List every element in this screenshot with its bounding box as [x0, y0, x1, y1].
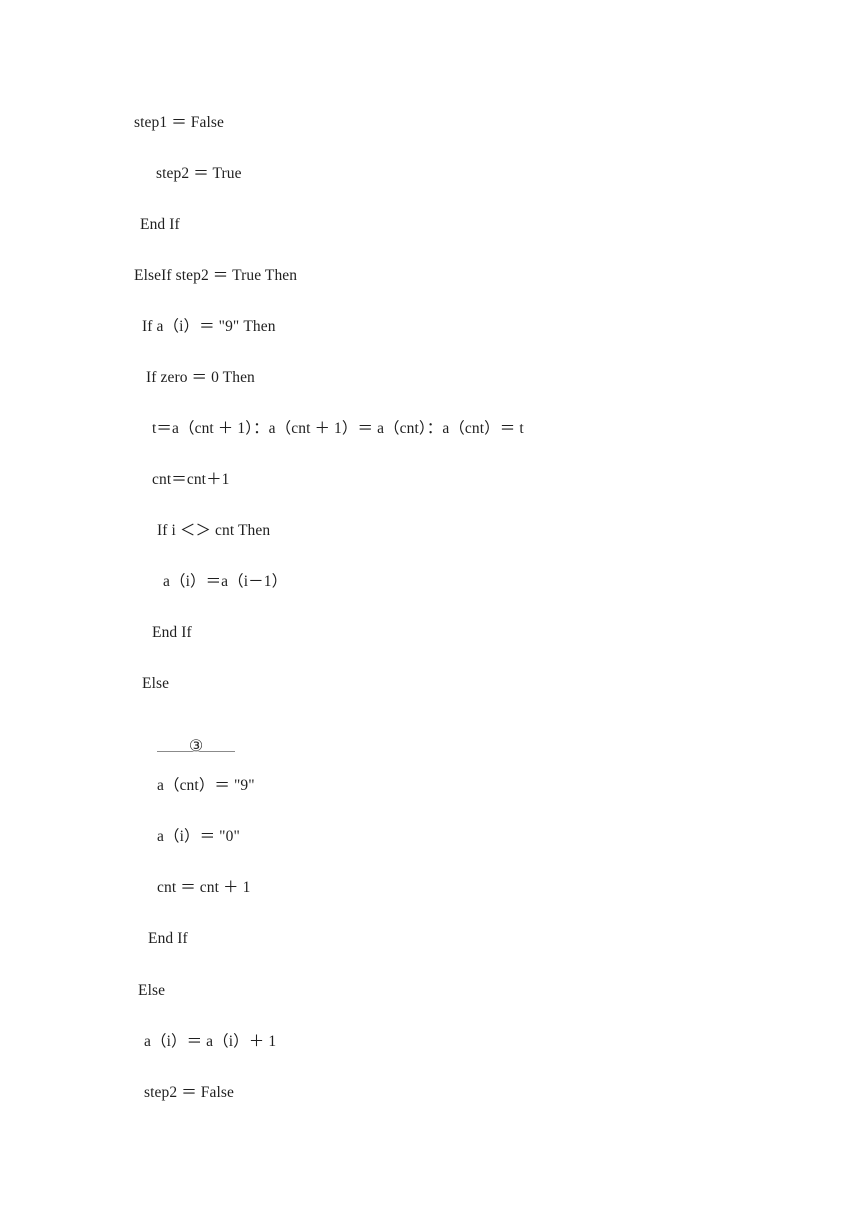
code-line: step1 ＝ False — [134, 114, 224, 131]
code-line: step2 ＝ False — [144, 1084, 234, 1101]
code-line: cnt＝cnt＋1 — [152, 471, 230, 488]
code-line: End If — [140, 216, 180, 233]
pseudocode-listing: step1 ＝ False step2 ＝ True End If ElseIf… — [0, 0, 860, 1216]
code-line: a（i）＝ a（i）＋ 1 — [144, 1033, 277, 1050]
code-line: cnt ＝ cnt ＋ 1 — [157, 879, 251, 896]
code-line: t＝a（cnt ＋ 1）：a（cnt ＋ 1）＝ a（cnt）：a（cnt）＝ … — [152, 420, 524, 437]
code-line: End If — [148, 930, 188, 947]
code-line: a（i）＝a（i－1） — [163, 573, 288, 590]
code-line: If a（i）＝ "9" Then — [142, 318, 276, 335]
code-line: a（cnt）＝ "9" — [157, 777, 255, 794]
code-line: a（i）＝ "0" — [157, 828, 240, 845]
code-line: step2 ＝ True — [156, 165, 242, 182]
answer-blank-3: ③ — [157, 718, 235, 755]
code-line: Else — [138, 982, 166, 999]
code-line: ElseIf step2 ＝ True Then — [134, 267, 298, 284]
circled-number-3: ③ — [188, 738, 204, 755]
code-line: End If — [152, 624, 192, 641]
code-line: Else — [142, 675, 170, 692]
code-line: If zero ＝ 0 Then — [146, 369, 255, 386]
document-page: step1 ＝ False step2 ＝ True End If ElseIf… — [0, 0, 860, 1216]
code-line: If i ＜＞ cnt Then — [157, 522, 271, 539]
